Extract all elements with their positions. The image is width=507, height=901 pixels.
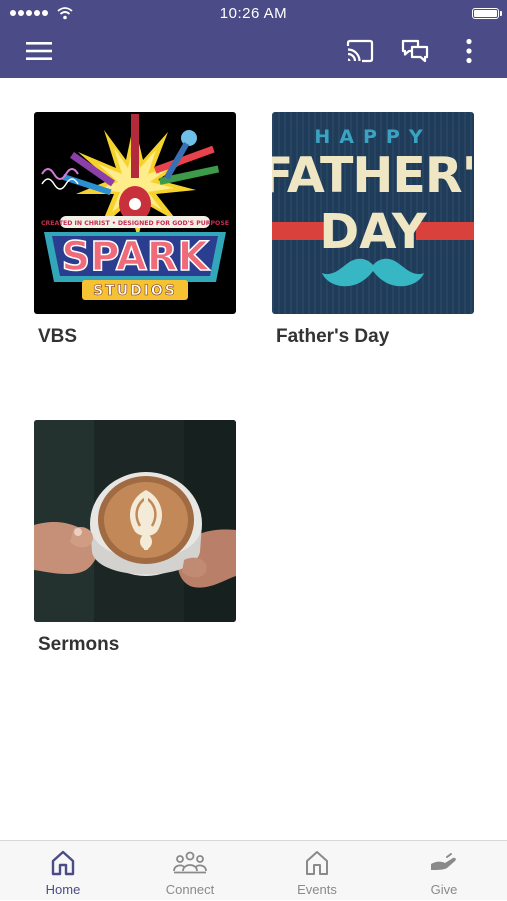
bottom-tab-bar: Home Connect Events Give bbox=[0, 840, 507, 900]
tab-label-home: Home bbox=[45, 882, 81, 897]
cast-button[interactable] bbox=[343, 34, 377, 68]
vbs-image-word-spark: SPARK bbox=[61, 234, 210, 280]
app-header: 10:26 AM bbox=[0, 0, 507, 78]
chat-icon bbox=[401, 39, 429, 63]
home-icon bbox=[51, 850, 75, 876]
chat-button[interactable] bbox=[398, 34, 432, 68]
status-bar: 10:26 AM bbox=[0, 0, 507, 28]
vbs-image-word-studios: STUDIOS bbox=[93, 283, 177, 299]
menu-icon bbox=[26, 42, 52, 60]
menu-button[interactable] bbox=[22, 34, 56, 68]
home-outline-icon bbox=[306, 851, 328, 875]
tab-give[interactable]: Give bbox=[381, 841, 507, 901]
group-icon bbox=[173, 851, 207, 874]
tab-home[interactable]: Home bbox=[0, 841, 126, 901]
vbs-image-tagline: CREATED IN CHRIST • DESIGNED FOR GOD'S P… bbox=[41, 220, 229, 227]
content-grid: CREATED IN CHRIST • DESIGNED FOR GOD'S P… bbox=[0, 78, 507, 840]
fd-image-happy: HAPPY bbox=[314, 126, 432, 148]
cast-icon bbox=[346, 39, 374, 63]
card-sermons[interactable]: Sermons bbox=[34, 420, 236, 656]
tab-label-give: Give bbox=[430, 882, 458, 897]
card-title-sermons: Sermons bbox=[38, 634, 120, 655]
fd-image-day: DAY bbox=[319, 204, 427, 260]
more-vertical-icon bbox=[466, 38, 472, 64]
card-title-fathers-day: Father's Day bbox=[276, 326, 390, 347]
card-vbs[interactable]: CREATED IN CHRIST • DESIGNED FOR GOD'S P… bbox=[34, 112, 236, 348]
latte-cup-image bbox=[34, 420, 236, 622]
tab-connect[interactable]: Connect bbox=[127, 841, 253, 901]
mustache-icon bbox=[322, 258, 424, 287]
status-time: 10:26 AM bbox=[219, 5, 288, 22]
card-fathers-day[interactable]: HAPPY FATHER'S DAY Father's Day bbox=[272, 112, 474, 348]
tab-label-connect: Connect bbox=[165, 882, 215, 897]
fathers-day-image: HAPPY FATHER'S DAY bbox=[272, 112, 474, 314]
tab-label-events: Events bbox=[297, 882, 337, 897]
give-hand-icon bbox=[431, 853, 456, 870]
more-options-button[interactable] bbox=[452, 34, 486, 68]
spark-studios-image: CREATED IN CHRIST • DESIGNED FOR GOD'S P… bbox=[34, 112, 236, 314]
battery-icon bbox=[472, 8, 502, 19]
card-title-vbs: VBS bbox=[38, 326, 78, 347]
fd-image-fathers: FATHER'S bbox=[272, 147, 474, 204]
tab-events[interactable]: Events bbox=[254, 841, 380, 901]
